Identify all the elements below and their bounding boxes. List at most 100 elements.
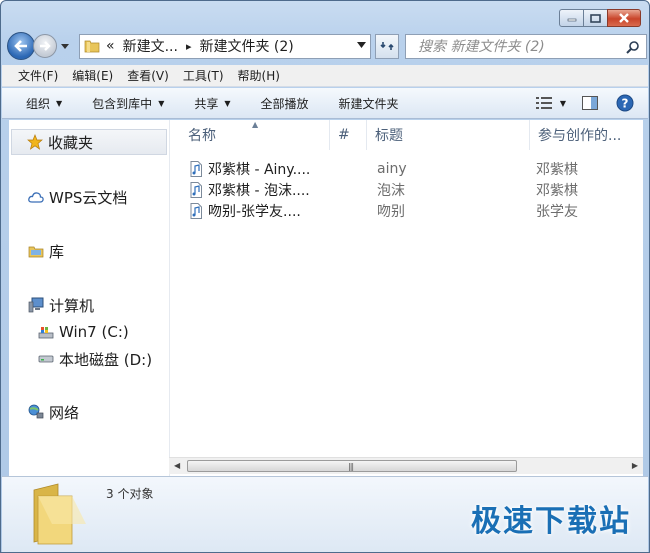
address-dropdown-icon[interactable]: [357, 41, 366, 48]
column-header-number[interactable]: #: [330, 120, 367, 150]
recent-pages-button[interactable]: [59, 36, 71, 56]
sidebar-label: 收藏夹: [48, 133, 94, 152]
chevron-down-icon: ▼: [158, 98, 165, 108]
library-icon: [27, 242, 45, 260]
menu-help[interactable]: 帮助(H): [238, 67, 280, 84]
file-artist: 邓紫棋: [536, 161, 578, 178]
network-icon: [27, 403, 45, 421]
minimize-icon: [567, 18, 576, 22]
preview-pane-icon[interactable]: [582, 96, 598, 110]
scrollbar-thumb[interactable]: |||: [187, 460, 517, 472]
scroll-right-icon[interactable]: ▶: [632, 461, 638, 470]
folder-icon: [33, 483, 86, 545]
refresh-button[interactable]: [375, 33, 399, 59]
breadcrumb-separator-icon[interactable]: ▸: [186, 40, 192, 53]
breadcrumb-current[interactable]: 新建文件夹 (2): [199, 36, 293, 56]
minimize-button[interactable]: [559, 9, 584, 27]
column-header-artist[interactable]: 参与创作的...: [530, 120, 644, 150]
column-header-name[interactable]: 名称: [180, 120, 330, 150]
close-button[interactable]: [607, 9, 641, 27]
address-bar[interactable]: « 新建文... ▸ 新建文件夹 (2): [79, 33, 371, 59]
play-all-button[interactable]: 全部播放: [261, 95, 309, 112]
file-title: 吻别: [377, 203, 405, 220]
organize-label: 组织: [26, 96, 51, 111]
sidebar-label: Win7 (C:): [59, 323, 129, 341]
grip-icon: |||: [348, 462, 354, 471]
include-in-library-button[interactable]: 包含到库中 ▼: [92, 95, 164, 112]
menu-file[interactable]: 文件(F): [18, 67, 58, 84]
hard-drive-icon: [37, 350, 55, 368]
audio-file-icon: [190, 179, 202, 200]
command-bar: 组织 ▼ 包含到库中 ▼ 共享 ▼ 全部播放 新建文件夹 ▼ ?: [2, 88, 648, 119]
table-row[interactable]: 邓紫棋 - Ainy.... ainy 邓紫棋: [170, 158, 643, 179]
folder-icon: [84, 40, 100, 53]
watermark-logo: 极速下载站: [471, 504, 631, 539]
forward-button[interactable]: [33, 34, 57, 58]
breadcrumb-overflow[interactable]: «: [106, 38, 115, 54]
share-button[interactable]: 共享 ▼: [194, 95, 230, 112]
caption-buttons: [559, 9, 641, 27]
sidebar-label: 网络: [49, 403, 80, 422]
svg-text:?: ?: [622, 97, 629, 111]
sidebar-label: WPS云文档: [49, 188, 128, 207]
table-row[interactable]: 吻别-张学友.... 吻别 张学友: [170, 200, 643, 221]
audio-file-icon: [190, 158, 202, 179]
navigation-pane: 收藏夹 WPS云文档 库 计算机 Win7 (C:) 本地磁盘 (D:) 网络: [9, 120, 169, 476]
search-icon[interactable]: [626, 40, 640, 54]
audio-file-icon: [190, 200, 202, 221]
details-view-icon: [535, 97, 552, 109]
menu-view[interactable]: 查看(V): [127, 67, 169, 84]
navigation-bar: « 新建文... ▸ 新建文件夹 (2) 搜索 新建文件夹 (2): [7, 32, 647, 60]
search-placeholder: 搜索 新建文件夹 (2): [418, 39, 545, 55]
maximize-icon: [590, 13, 601, 23]
file-artist: 张学友: [536, 203, 578, 220]
close-icon: [619, 13, 629, 23]
new-folder-label: 新建文件夹: [338, 96, 399, 111]
table-row[interactable]: 邓紫棋 - 泡沫.... 泡沫 邓紫棋: [170, 179, 643, 200]
sidebar-item-favorites[interactable]: 收藏夹: [11, 129, 167, 155]
sidebar-label: 库: [49, 242, 65, 261]
chevron-down-icon: ▼: [224, 98, 231, 108]
system-drive-icon: [37, 323, 55, 341]
file-name[interactable]: 邓紫棋 - 泡沫....: [208, 179, 310, 200]
horizontal-scrollbar[interactable]: ◀ ||| ▶: [169, 457, 643, 474]
sidebar-item-computer[interactable]: 计算机: [27, 292, 94, 318]
column-header-title[interactable]: 标题: [367, 120, 530, 150]
include-library-label: 包含到库中: [92, 96, 153, 111]
share-label: 共享: [194, 96, 219, 111]
menu-tools[interactable]: 工具(T): [183, 67, 224, 84]
menu-edit[interactable]: 编辑(E): [72, 67, 113, 84]
play-all-label: 全部播放: [260, 96, 309, 111]
organize-button[interactable]: 组织 ▼: [26, 95, 62, 112]
breadcrumb-item[interactable]: 新建文...: [123, 36, 178, 56]
scroll-left-icon[interactable]: ◀: [174, 461, 180, 470]
back-button[interactable]: [7, 32, 35, 60]
column-number-label: #: [338, 127, 350, 143]
maximize-button[interactable]: [583, 9, 608, 27]
file-list: ▲ 名称 # 标题 参与创作的... 邓紫棋 - Ainy.... ainy 邓…: [169, 120, 643, 476]
view-options-button[interactable]: ▼: [535, 97, 566, 109]
explorer-window: « 新建文... ▸ 新建文件夹 (2) 搜索 新建文件夹 (2) 文件(F) …: [0, 0, 650, 553]
star-icon: [26, 133, 44, 151]
chevron-down-icon: ▼: [56, 98, 63, 108]
sidebar-item-drive-c[interactable]: Win7 (C:): [37, 319, 129, 345]
back-arrow-icon: [14, 40, 27, 52]
file-name[interactable]: 邓紫棋 - Ainy....: [208, 158, 310, 179]
cloud-icon: [27, 188, 45, 206]
sidebar-item-wps[interactable]: WPS云文档: [27, 184, 127, 210]
column-name-label: 名称: [188, 128, 216, 144]
sidebar-item-network[interactable]: 网络: [27, 399, 79, 425]
search-box[interactable]: 搜索 新建文件夹 (2): [405, 33, 647, 59]
menu-bar: 文件(F) 编辑(E) 查看(V) 工具(T) 帮助(H): [2, 65, 648, 87]
toolbar-right: ▼ ?: [535, 94, 634, 112]
file-name[interactable]: 吻别-张学友....: [208, 200, 301, 221]
computer-icon: [27, 296, 45, 314]
sidebar-label: 本地磁盘 (D:): [59, 350, 153, 369]
sidebar-label: 计算机: [49, 296, 95, 315]
file-title: 泡沫: [377, 182, 405, 199]
column-artist-label: 参与创作的...: [538, 128, 622, 144]
sidebar-item-drive-d[interactable]: 本地磁盘 (D:): [37, 346, 152, 372]
help-icon[interactable]: ?: [616, 94, 634, 112]
new-folder-button[interactable]: 新建文件夹: [339, 95, 399, 112]
sidebar-item-libraries[interactable]: 库: [27, 238, 64, 264]
